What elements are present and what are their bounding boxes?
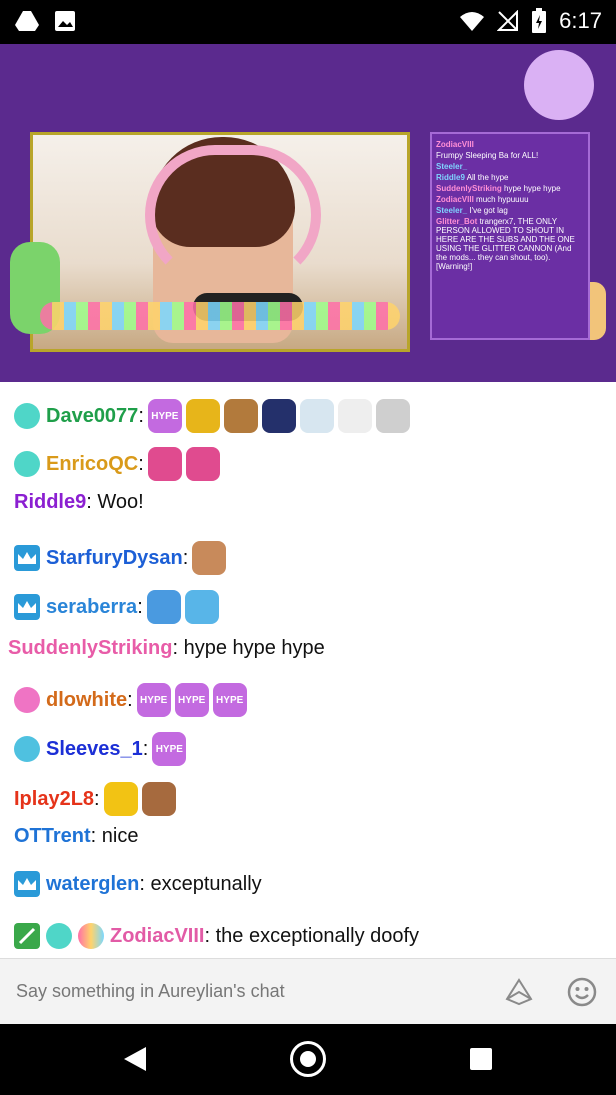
trophy-emote-icon	[185, 399, 220, 433]
heart-badge-icon	[14, 736, 40, 762]
chat-message: waterglen : exceptunally	[14, 864, 262, 904]
emoji-icon[interactable]	[566, 976, 598, 1008]
cat-emote-icon	[261, 399, 296, 433]
chat-message: OTTrent : nice	[14, 816, 138, 856]
hype-emote-icon: HYPE	[212, 683, 247, 717]
overlay-chat-text: trangerx7, THE ONLY PERSON ALLOWED TO SH…	[436, 217, 575, 271]
cheer-bits-icon[interactable]	[504, 977, 534, 1007]
crown-badge-icon	[14, 594, 40, 620]
overlay-chat-box: ZodiacVIII Frumpy Sleeping Ba for ALL! S…	[430, 132, 590, 340]
battery-charging-icon	[532, 8, 547, 33]
hype-emote-icon: HYPE	[174, 683, 209, 717]
chat-message: Iplay2L8:	[14, 779, 176, 819]
drive-icon	[15, 11, 39, 31]
chat-username[interactable]: SuddenlyStriking	[8, 637, 172, 660]
heart-badge-icon	[46, 923, 72, 949]
home-icon[interactable]	[290, 1041, 326, 1077]
crown-badge-icon	[14, 871, 40, 897]
dog-emote-icon	[337, 399, 372, 433]
overlay-chat-user: ZodiacVIII	[436, 195, 474, 204]
overlay-chat-text: Frumpy Sleeping Ba for ALL!	[436, 151, 539, 160]
chat-message: Dave0077: HYPE	[14, 396, 410, 436]
overlay-chat-user: Steeler_	[436, 162, 468, 171]
chat-username[interactable]: ZodiacVIII	[110, 925, 204, 948]
back-icon[interactable]	[122, 1046, 148, 1072]
fist-emote-icon	[141, 782, 176, 816]
chat-message: Riddle9 : Woo!	[14, 482, 144, 522]
chat-username[interactable]: Sleeves_1	[46, 738, 143, 761]
heart-badge-icon	[14, 403, 40, 429]
status-bar: 6:17	[0, 0, 616, 44]
chat-username[interactable]: Iplay2L8	[14, 788, 94, 811]
overlay-chat-text: All the hype	[466, 173, 509, 182]
hype-emote-icon: HYPE	[152, 732, 187, 766]
chat-username[interactable]: OTTrent	[14, 825, 91, 848]
heart-badge-icon	[14, 451, 40, 477]
overlay-chat-user: Riddle9	[436, 173, 465, 182]
chat-username[interactable]: Riddle9	[14, 491, 86, 514]
chat-message: seraberra:	[14, 587, 219, 627]
clock: 6:17	[559, 8, 602, 33]
recents-icon[interactable]	[470, 1048, 492, 1070]
heart-emote-icon	[185, 447, 220, 481]
chat-text: : the exceptionally doofy	[204, 924, 420, 947]
chat-username[interactable]: EnricoQC	[46, 453, 138, 476]
chat-username[interactable]: dlowhite	[46, 689, 127, 712]
hype-emote-icon: HYPE	[147, 399, 182, 433]
wifi-icon	[460, 12, 485, 31]
kapow-emote-icon	[103, 782, 138, 816]
chat-username[interactable]: waterglen	[46, 873, 139, 896]
stream-video[interactable]: ZodiacVIII Frumpy Sleeping Ba for ALL! S…	[0, 44, 616, 382]
chat-message: dlowhite: HYPE HYPE HYPE	[14, 680, 247, 720]
overlay-chat-user: ZodiacVIII	[436, 140, 474, 149]
chat-message: Sleeves_1: HYPE	[14, 729, 187, 769]
chat-text: : exceptunally	[139, 872, 262, 895]
chat-username[interactable]: StarfuryDysan	[46, 547, 183, 570]
overlay-chat-user: Steeler_	[436, 206, 468, 215]
chat-message: StarfuryDysan:	[14, 538, 227, 578]
arm-emote-icon	[146, 590, 181, 624]
chat-message: SuddenlyStriking : hype hype hype	[8, 628, 325, 668]
no-signal-icon	[497, 10, 519, 31]
overlay-chat-user: SuddenlyStriking	[436, 184, 502, 193]
cat-glasses-emote-icon	[299, 399, 334, 433]
dog2-emote-icon	[375, 399, 410, 433]
candy-border-decoration	[40, 302, 400, 330]
heart-emote-icon	[147, 447, 182, 481]
hype-cat-emote-icon	[184, 590, 219, 624]
headset-icon	[145, 145, 321, 285]
chat-username[interactable]: Dave0077	[46, 405, 138, 428]
chat-text: : nice	[90, 824, 139, 847]
overlay-chat-text: much hypuuuu	[476, 195, 529, 204]
crown-badge-icon	[14, 545, 40, 571]
face-emote-icon	[192, 541, 227, 575]
chat-list[interactable]: Dave0077: HYPE EnricoQC: Riddle9 : Woo! …	[0, 382, 616, 958]
chat-text: : Woo!	[86, 490, 144, 513]
fairy-character-decoration	[524, 50, 594, 120]
chat-username[interactable]: seraberra	[46, 596, 137, 619]
rainbow-badge-icon	[78, 923, 104, 949]
image-icon	[55, 11, 75, 31]
overlay-chat-user: Glitter_Bot	[436, 217, 478, 226]
sword-badge-icon	[14, 923, 40, 949]
chat-text: : hype hype hype	[172, 636, 325, 659]
bear-emote-icon	[223, 399, 258, 433]
overlay-chat-text: hype hype hype	[504, 184, 561, 193]
chat-message: ZodiacVIII : the exceptionally doofy	[14, 916, 419, 956]
navigation-bar	[0, 1024, 616, 1095]
chat-input-bar: Say something in Aureylian's chat	[0, 958, 616, 1024]
overlay-chat-text: I've got lag	[469, 206, 508, 215]
chat-input[interactable]: Say something in Aureylian's chat	[16, 981, 285, 1002]
hype-emote-icon: HYPE	[136, 683, 171, 717]
chat-message: EnricoQC:	[14, 444, 220, 484]
heart-badge-icon	[14, 687, 40, 713]
